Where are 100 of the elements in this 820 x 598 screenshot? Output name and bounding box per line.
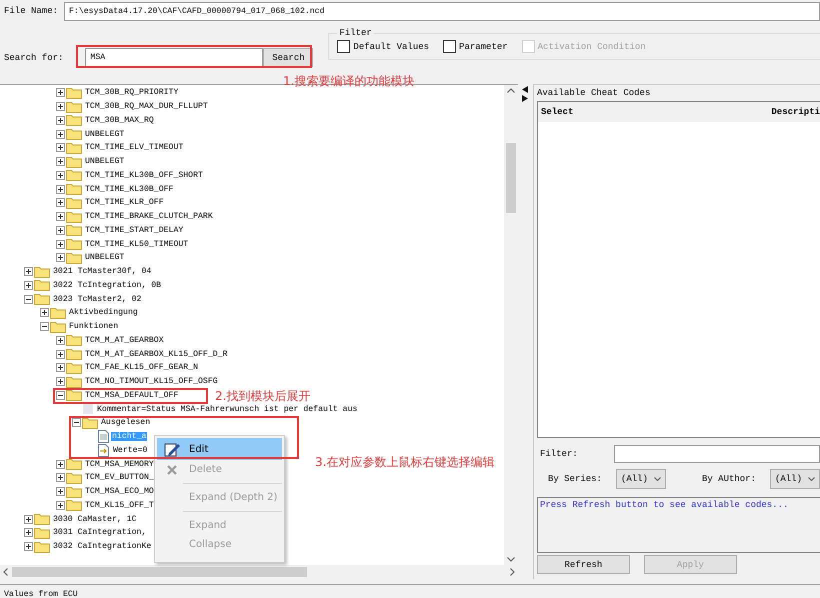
scrollbar-thumb[interactable] <box>506 143 516 213</box>
filter-field[interactable] <box>614 445 820 463</box>
tree-item-label[interactable]: TCM_TIME_BRAKE_CLUTCH_PARK <box>84 212 214 222</box>
folder-icon <box>66 183 82 196</box>
tree-item-label[interactable]: TCM_TIME_KL30B_OFF_SHORT <box>84 170 204 180</box>
tree-item-label[interactable]: UNBELEGT <box>84 130 126 139</box>
folder-icon <box>34 279 50 292</box>
plus-box-icon[interactable] <box>56 500 65 510</box>
plus-box-icon[interactable] <box>56 473 65 482</box>
chevron-right-icon[interactable] <box>510 568 516 576</box>
tree-item-label[interactable]: TCM_30B_RQ_PRIORITY <box>84 88 180 98</box>
plus-box-icon[interactable] <box>24 280 33 290</box>
file-name-field[interactable]: F:\esysData4.17.20\CAF\CAFD_00000794_017_068_102.ncd <box>64 2 820 20</box>
tree-item-label[interactable]: TCM_TIME_KL30B_OFF <box>84 184 174 194</box>
folder-icon <box>66 348 82 360</box>
cheat-code-list[interactable]: Select Descripti <box>536 101 820 438</box>
tree-item-label[interactable]: Ausgelesen <box>100 418 152 428</box>
plus-box-icon[interactable] <box>56 170 65 180</box>
search-button[interactable]: Search <box>263 48 314 67</box>
tree-item-label[interactable]: TCM_MSA_DEFAULT_OFF <box>84 390 180 400</box>
plus-box-icon[interactable] <box>56 130 65 139</box>
horizontal-scrollbar[interactable] <box>0 565 518 579</box>
tree-item-label[interactable]: TCM_M_AT_GEARBOX_KL15_OFF_D_R <box>84 350 228 359</box>
tree-item-label[interactable]: TCM_KL15_OFF_T <box>84 500 155 510</box>
chevron-left-icon[interactable] <box>3 568 8 576</box>
tree-item-label[interactable]: TCM_TIME_KL50_TIMEOUT <box>84 240 190 249</box>
author-dropdown[interactable]: (All) <box>770 469 820 489</box>
chevron-down-icon <box>654 477 661 481</box>
tree-item-label[interactable]: 3023 TcMaster2, 02 <box>52 294 142 304</box>
plus-box-icon[interactable] <box>56 102 65 112</box>
tree-item-label[interactable]: TCM_30B_MAX_RQ <box>84 116 155 125</box>
tree-item-label[interactable]: Werte=0 <box>112 446 148 455</box>
plus-box-icon[interactable] <box>56 212 65 222</box>
plus-box-icon[interactable] <box>56 487 65 496</box>
action-button[interactable]: Refresh <box>536 555 630 574</box>
tree-item-label[interactable]: TCM_TIME_KLR_OFF <box>84 198 165 208</box>
search-field[interactable]: MSA <box>85 48 264 67</box>
plus-box-icon[interactable] <box>56 184 65 194</box>
tree-item-label[interactable]: 3022 TcIntegration, 0B <box>52 280 162 290</box>
minus-box-icon[interactable] <box>40 322 49 332</box>
plus-box-icon[interactable] <box>56 350 65 359</box>
plus-box-icon[interactable] <box>40 308 49 318</box>
folder-icon <box>66 472 82 484</box>
menu-item[interactable]: Edit <box>157 438 282 460</box>
plus-box-icon[interactable] <box>56 336 65 345</box>
tree-item-label[interactable]: 3032 CaIntegrationKe <box>52 542 152 552</box>
chevron-down-icon[interactable] <box>507 557 516 562</box>
plus-box-icon[interactable] <box>56 88 65 98</box>
checkbox[interactable] <box>443 40 456 53</box>
tree-item-label[interactable]: Aktivbedingung <box>68 308 139 318</box>
tree-item-label[interactable]: TCM_MSA_MEMORY <box>84 460 155 469</box>
triangle-left-icon[interactable] <box>522 86 528 93</box>
tree-item-label[interactable]: TCM_M_AT_GEARBOX <box>84 336 165 345</box>
tree-item-label[interactable]: UNBELEGT <box>84 253 126 262</box>
tree-item-label[interactable]: 3031 CaIntegration, <box>52 528 148 538</box>
tree-item-label[interactable]: TCM_MSA_ECO_MO <box>84 487 155 496</box>
status-bar: Values from ECU <box>0 584 820 598</box>
plus-box-icon[interactable] <box>24 542 33 552</box>
checkbox[interactable] <box>337 40 350 53</box>
tree-item-label[interactable]: TCM_FAE_KL15_OFF_GEAR_N <box>84 363 200 372</box>
field-label: By Series: <box>548 474 602 484</box>
minus-box-icon[interactable] <box>24 294 33 304</box>
column-header[interactable]: Select <box>540 107 574 117</box>
arrow-document-icon <box>98 444 110 457</box>
plus-box-icon[interactable] <box>56 143 65 152</box>
tree-item-label[interactable]: 3030 CaMaster, 1C <box>52 514 138 524</box>
triangle-right-icon[interactable] <box>522 95 528 102</box>
plus-box-icon[interactable] <box>56 253 65 262</box>
plus-box-icon[interactable] <box>56 363 65 372</box>
folder-icon <box>66 334 82 346</box>
tree-item-label[interactable]: 3021 TcMaster30f, 04 <box>52 267 152 276</box>
message-text: Press Refresh button to see available codes... <box>536 497 820 553</box>
plus-box-icon[interactable] <box>56 460 65 469</box>
plus-box-icon[interactable] <box>56 377 65 386</box>
tree-item-label[interactable]: Funktionen <box>68 322 120 332</box>
tree-item-label[interactable]: Kommentar=Status MSA-Fahrerwunsch ist per default aus <box>96 404 358 414</box>
tree-item-label[interactable]: UNBELEGT <box>84 157 126 166</box>
tree-item-label[interactable]: TCM_EV_BUTTON_ <box>84 473 155 482</box>
tree-item-label[interactable]: TCM_TIME_ELV_TIMEOUT <box>84 143 184 152</box>
plus-box-icon[interactable] <box>24 514 33 524</box>
plus-box-icon[interactable] <box>24 267 33 276</box>
plus-box-icon[interactable] <box>56 157 65 166</box>
tree-item-label[interactable]: TCM_30B_RQ_MAX_DUR_FLLUPT <box>84 102 209 112</box>
chevron-up-icon[interactable] <box>507 88 516 93</box>
minus-box-icon[interactable] <box>56 390 65 400</box>
folder-icon <box>66 458 82 470</box>
tree-item-label[interactable]: TCM_TIME_START_DELAY <box>84 226 184 235</box>
column-header[interactable]: Descripti <box>771 107 820 117</box>
plus-box-icon[interactable] <box>56 240 65 249</box>
plus-box-icon[interactable] <box>56 226 65 235</box>
folder-icon <box>82 416 98 429</box>
minus-box-icon[interactable] <box>72 418 81 428</box>
series-dropdown[interactable]: (All) <box>616 469 666 489</box>
plus-box-icon[interactable] <box>24 528 33 538</box>
plus-box-icon[interactable] <box>56 198 65 208</box>
field-label: Search for: <box>4 52 64 62</box>
scrollbar-thumb[interactable] <box>12 567 307 577</box>
tree-item-label[interactable]: TCM_NO_TIMOUT_KL15_OFF_OSFG <box>84 377 219 386</box>
folder-icon <box>34 513 50 526</box>
plus-box-icon[interactable] <box>56 116 65 125</box>
